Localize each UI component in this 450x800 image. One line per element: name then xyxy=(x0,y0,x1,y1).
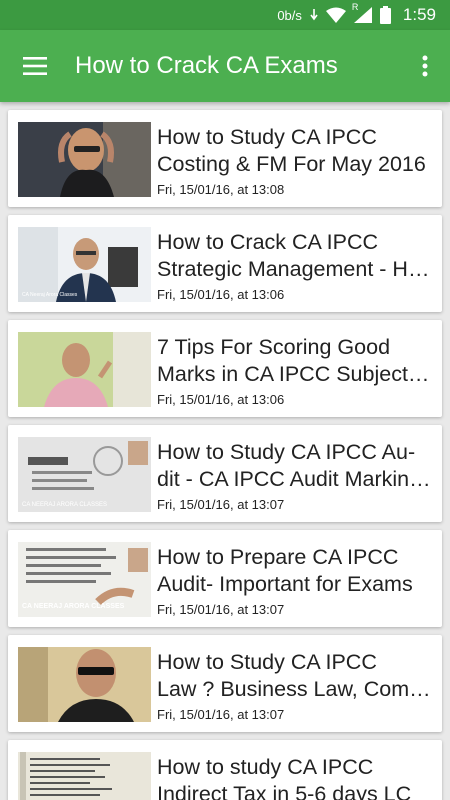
video-title: How to Study CA IPCC Au- dit - CA IPCC A… xyxy=(157,439,435,493)
video-thumbnail[interactable] xyxy=(18,122,151,197)
overflow-menu-button[interactable] xyxy=(400,30,450,102)
video-date: Fri, 15/01/16, at 13:06 xyxy=(157,392,285,407)
clock: 1:59 xyxy=(402,5,436,24)
thumbnail-caption: CA NEERAJ ARORA CLASSES xyxy=(22,502,108,508)
wifi-icon xyxy=(325,7,346,23)
video-card[interactable]: How to Study CA IPCC Costing & FM For Ma… xyxy=(8,110,442,207)
video-thumbnail[interactable]: CA NEERAJ ARORA CLASSES xyxy=(18,437,151,512)
video-thumbnail[interactable] xyxy=(18,647,151,722)
video-title-line-1: How to Crack CA IPCC xyxy=(157,230,379,254)
video-title-line-2: Marks in CA IPCC Subject Law xyxy=(157,362,435,386)
video-card[interactable]: How to study CA IPCC Indirect Tax in 5-6… xyxy=(8,740,442,800)
video-title-line-2: Indirect Tax in 5-6 days LC xyxy=(157,782,412,800)
video-card[interactable]: CA NEERAJ ARORA CLASSES How to Study CA … xyxy=(8,425,442,522)
video-date: Fri, 15/01/16, at 13:07 xyxy=(157,707,285,722)
status-bar: 0b/s R 1:59 xyxy=(0,0,450,30)
video-thumbnail[interactable] xyxy=(18,332,151,407)
video-title-line-1: How to Study CA IPCC xyxy=(157,125,377,149)
video-title-line-1: 7 Tips For Scoring Good xyxy=(157,335,391,359)
network-speed: 0b/s xyxy=(277,7,302,23)
video-title-line-2: dit - CA IPCC Audit Marking Scheme xyxy=(157,467,435,491)
thumbnail-caption: CA NEERAJ ARORA CLASSES xyxy=(22,603,125,610)
battery-icon xyxy=(379,6,391,24)
download-arrow-icon xyxy=(310,9,318,21)
app-bar: How to Crack CA Exams xyxy=(0,30,450,102)
video-title-line-2: Strategic Management - How to xyxy=(157,257,435,281)
page-title: How to Crack CA Exams xyxy=(75,52,338,79)
video-thumbnail[interactable] xyxy=(18,752,151,800)
thumbnail-caption: CA Neeraj Arora Classes xyxy=(22,292,78,298)
video-title: How to Prepare CA IPCC Audit- Important … xyxy=(157,544,435,598)
video-list[interactable]: How to Study CA IPCC Costing & FM For Ma… xyxy=(0,102,450,800)
video-date: Fri, 15/01/16, at 13:07 xyxy=(157,602,285,617)
video-title-line-1: How to Study CA IPCC Au- xyxy=(157,440,416,464)
video-date: Fri, 15/01/16, at 13:07 xyxy=(157,497,285,512)
video-card[interactable]: How to Study CA IPCC Law ? Business Law,… xyxy=(8,635,442,732)
video-thumbnail[interactable]: CA NEERAJ ARORA CLASSES xyxy=(18,542,151,617)
video-title-line-1: How to Study CA IPCC xyxy=(157,650,377,674)
hamburger-menu-icon xyxy=(23,57,47,75)
video-title-line-1: How to Prepare CA IPCC xyxy=(157,545,399,569)
roaming-indicator: R xyxy=(351,2,359,12)
video-title-line-2: Audit- Important for Exams xyxy=(157,572,413,596)
signal-roaming-icon: R xyxy=(352,2,372,23)
video-title: How to Crack CA IPCC Strategic Managemen… xyxy=(157,229,435,283)
video-title: How to Study CA IPCC Law ? Business Law,… xyxy=(157,649,435,703)
video-title-line-2: Law ? Business Law, Company Law xyxy=(157,677,435,701)
video-title: 7 Tips For Scoring Good Marks in CA IPCC… xyxy=(157,334,435,388)
video-title: How to study CA IPCC Indirect Tax in 5-6… xyxy=(157,754,435,800)
video-date: Fri, 15/01/16, at 13:06 xyxy=(157,287,285,302)
more-vert-icon xyxy=(422,55,428,77)
video-title-line-2: Costing & FM For May 2016 xyxy=(157,152,426,176)
video-thumbnail[interactable]: CA Neeraj Arora Classes xyxy=(18,227,151,302)
video-title: How to Study CA IPCC Costing & FM For Ma… xyxy=(157,124,435,178)
video-date: Fri, 15/01/16, at 13:08 xyxy=(157,182,285,197)
video-card[interactable]: 7 Tips For Scoring Good Marks in CA IPCC… xyxy=(8,320,442,417)
navigation-menu-button[interactable] xyxy=(0,30,70,102)
video-card[interactable]: CA Neeraj Arora Classes How to Crack CA … xyxy=(8,215,442,312)
video-title-line-1: How to study CA IPCC xyxy=(157,755,374,779)
video-card[interactable]: CA NEERAJ ARORA CLASSES How to Prepare C… xyxy=(8,530,442,627)
